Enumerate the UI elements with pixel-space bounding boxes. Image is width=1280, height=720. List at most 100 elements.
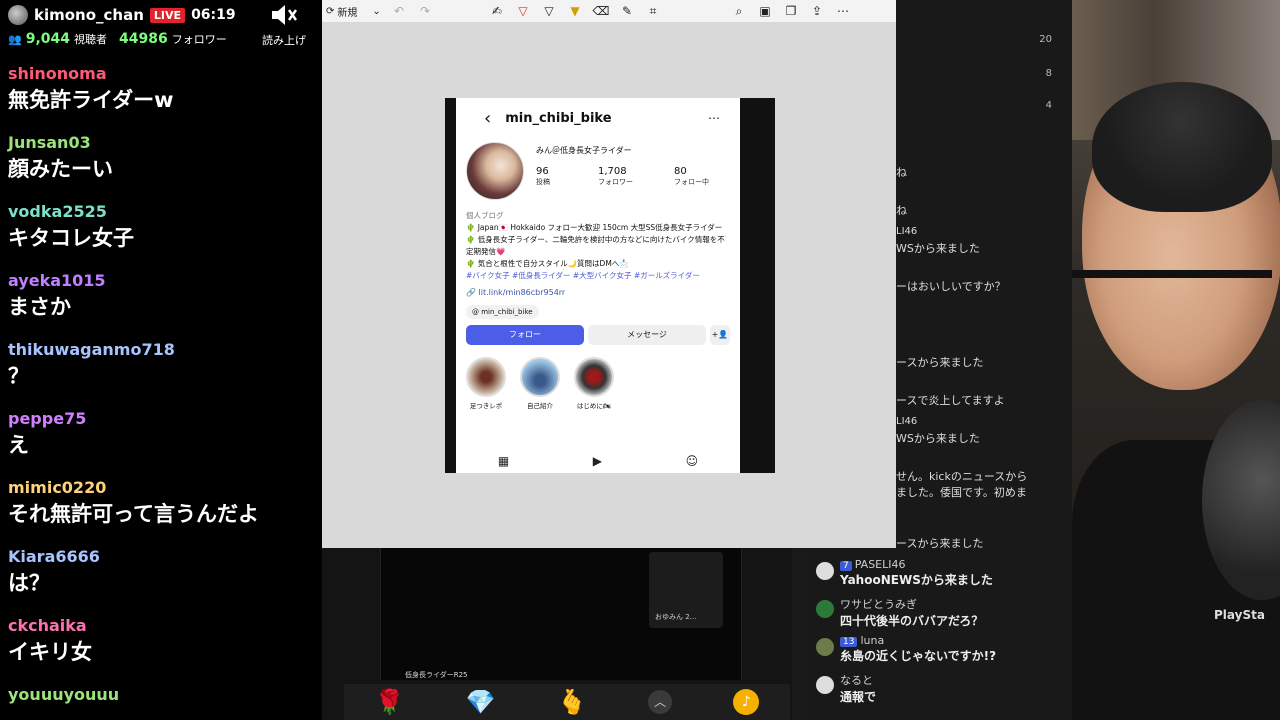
highlight-cover	[520, 357, 560, 397]
chat-username: PASELI46	[854, 558, 906, 571]
posts-stat[interactable]: 96 投稿	[536, 166, 598, 187]
chat-item[interactable]: なると 通報で	[816, 672, 876, 705]
message-button[interactable]: メッセージ	[588, 325, 706, 345]
chat-message-row: shinonoma 無免許ライダーw	[8, 64, 314, 133]
undo-icon[interactable]: ↶	[386, 4, 412, 18]
chat-message-row: thikuwaganmo718 ？	[8, 340, 314, 409]
avatar	[816, 600, 834, 618]
pen-icon[interactable]: ▽	[536, 4, 562, 18]
profile-link-text: lit.link/min86cbr954rr	[478, 288, 566, 297]
followers-stat[interactable]: 1,708 フォロワー	[598, 166, 674, 187]
highlight-item[interactable]: 自己紹介	[520, 357, 560, 410]
crop-icon[interactable]: ⌗	[640, 4, 666, 19]
follower-count: 44986	[119, 31, 168, 47]
faded-chat-line: ースから来ました	[896, 356, 984, 369]
chat-message-row: ayeka1015 まさか	[8, 271, 314, 340]
faded-chat-panel: 20 8 4 ね ね LI46 WSから来ました ーはおいしいですか？ ースから…	[896, 0, 1072, 548]
zoom-icon[interactable]: ⌕	[726, 4, 752, 19]
back-arrow-icon[interactable]: ‹	[484, 108, 491, 129]
chat-username: peppe75	[8, 409, 87, 428]
count-label: 20	[1039, 34, 1052, 45]
pen-red-icon[interactable]: ▽	[510, 4, 536, 18]
coin-icon[interactable]: ♪	[733, 689, 760, 715]
chat-message-row: Kiara6666 は？	[8, 547, 314, 616]
chat-message-row: mimic0220 それ無許可って言うんだよ	[8, 478, 314, 547]
save-icon[interactable]: ▣	[752, 4, 778, 18]
viewers-icon: 👥	[8, 32, 22, 46]
streamer-avatar	[8, 5, 28, 25]
gem-gift-icon[interactable]: 💎	[466, 688, 496, 716]
posts-count: 96	[536, 166, 549, 177]
chat-item[interactable]: 7 PASELI46 YahooNEWSから来ました	[816, 558, 993, 588]
profile-link[interactable]: 🔗 lit.link/min86cbr954rr	[456, 286, 740, 299]
reels-icon[interactable]: ▶	[593, 454, 602, 468]
chat-text: …	[8, 707, 314, 720]
new-button[interactable]: ⟳ 新規 ⌄	[326, 4, 386, 19]
count-label: 4	[1045, 100, 1052, 111]
grid-icon[interactable]: ▦	[498, 454, 509, 468]
viewer-label: 視聴者	[74, 33, 107, 46]
add-user-icon[interactable]: +👤	[710, 325, 730, 345]
streamer-hair	[1092, 82, 1272, 212]
faded-chat-line: ースで炎上してますよ	[896, 394, 1005, 407]
bio-hashtags[interactable]: #バイク女子 #低身長ライダー #大型バイク女子 #ガールズライダー	[466, 270, 730, 282]
chat-message: YahooNEWSから来ました	[840, 573, 993, 587]
level-badge: 13	[840, 637, 858, 647]
new-label: 新規	[337, 7, 358, 19]
profile-tabs: ▦ ▶ ☺	[456, 454, 740, 468]
tagged-icon[interactable]: ☺	[686, 454, 699, 468]
elapsed-time: 06:19	[191, 7, 236, 23]
following-stat[interactable]: 80 フォロー中	[674, 166, 736, 187]
chat-message: 糸島の近くじゃないですか!?	[840, 649, 997, 663]
chat-username: ckchaika	[8, 616, 87, 635]
highlight-item[interactable]: はじめに🏍	[574, 357, 614, 410]
chat-text: キタコレ女子	[8, 226, 134, 250]
more-icon[interactable]: ⋯	[830, 4, 856, 18]
faded-chat-line: せん。kickのニュースから	[896, 470, 1028, 483]
chat-item[interactable]: ワサビとうみぎ 四十代後半のババアだろ？	[816, 596, 983, 629]
pencil-icon[interactable]: ✎	[614, 4, 640, 18]
chat-username: vodka2525	[8, 202, 107, 221]
speaker-mute-icon	[272, 5, 298, 25]
tts-toggle[interactable]: 読み上げ	[254, 2, 314, 48]
chat-username: ワサビとうみぎ	[840, 598, 917, 611]
follow-button[interactable]: フォロー	[466, 325, 584, 345]
chat-username: なると	[840, 674, 873, 687]
story-highlights: 足つきレポ 自己紹介 はじめに🏍	[456, 345, 740, 410]
chat-message: 四十代後半のババアだろ？	[840, 614, 984, 628]
posts-label: 投稿	[536, 178, 550, 186]
thumb-text: おゆみん 2...	[655, 613, 697, 621]
chat-text: まさか	[8, 295, 71, 319]
link-icon: 🔗	[466, 288, 476, 297]
new-capture-icon: ⟳	[326, 5, 335, 17]
chevron-up-icon[interactable]: ︿	[648, 690, 673, 714]
highlight-item[interactable]: 足つきレポ	[466, 357, 506, 410]
video-caption: 低身長ライダーR25	[405, 671, 468, 679]
avatar	[816, 676, 834, 694]
rose-gift-icon[interactable]: 🌹	[375, 688, 405, 716]
chat-message-row: vodka2525 キタコレ女子	[8, 202, 314, 271]
eraser-icon[interactable]: ⌫	[588, 4, 614, 18]
chat-text: え	[8, 433, 29, 457]
copy-icon[interactable]: ❐	[778, 4, 804, 18]
followers-count: 1,708	[598, 166, 627, 177]
follower-label: フォロワー	[171, 33, 227, 46]
heart-hand-gift-icon[interactable]: 🫰	[557, 688, 587, 716]
threads-badge[interactable]: @ min_chibi_bike	[466, 305, 539, 319]
chat-item[interactable]: 13 luna 糸島の近くじゃないですか!?	[816, 634, 996, 664]
tts-label: 読み上げ	[262, 34, 306, 47]
touch-write-icon[interactable]: ✍	[484, 4, 510, 18]
chat-username: shinonoma	[8, 64, 107, 83]
stream-header: kimono_chan LIVE 06:19 👥 9,044 視聴者 44986…	[0, 0, 322, 56]
following-count: 80	[674, 166, 687, 177]
faded-chat-line: LI46	[896, 416, 918, 427]
more-icon[interactable]: ⋯	[708, 111, 720, 125]
share-icon[interactable]: ⇪	[804, 4, 830, 18]
profile-avatar[interactable]	[466, 142, 524, 200]
highlighter-icon[interactable]: ▼	[562, 4, 588, 18]
editor-canvas[interactable]: ‹ min_chibi_bike ⋯ みん＠低身長女子ライダー 96 投稿 1,…	[322, 22, 896, 548]
glasses	[1072, 270, 1272, 330]
redo-icon[interactable]: ↷	[412, 4, 438, 18]
chat-message-row: Junsan03 顔みたーい	[8, 133, 314, 202]
chat-text: 顔みたーい	[8, 157, 113, 181]
